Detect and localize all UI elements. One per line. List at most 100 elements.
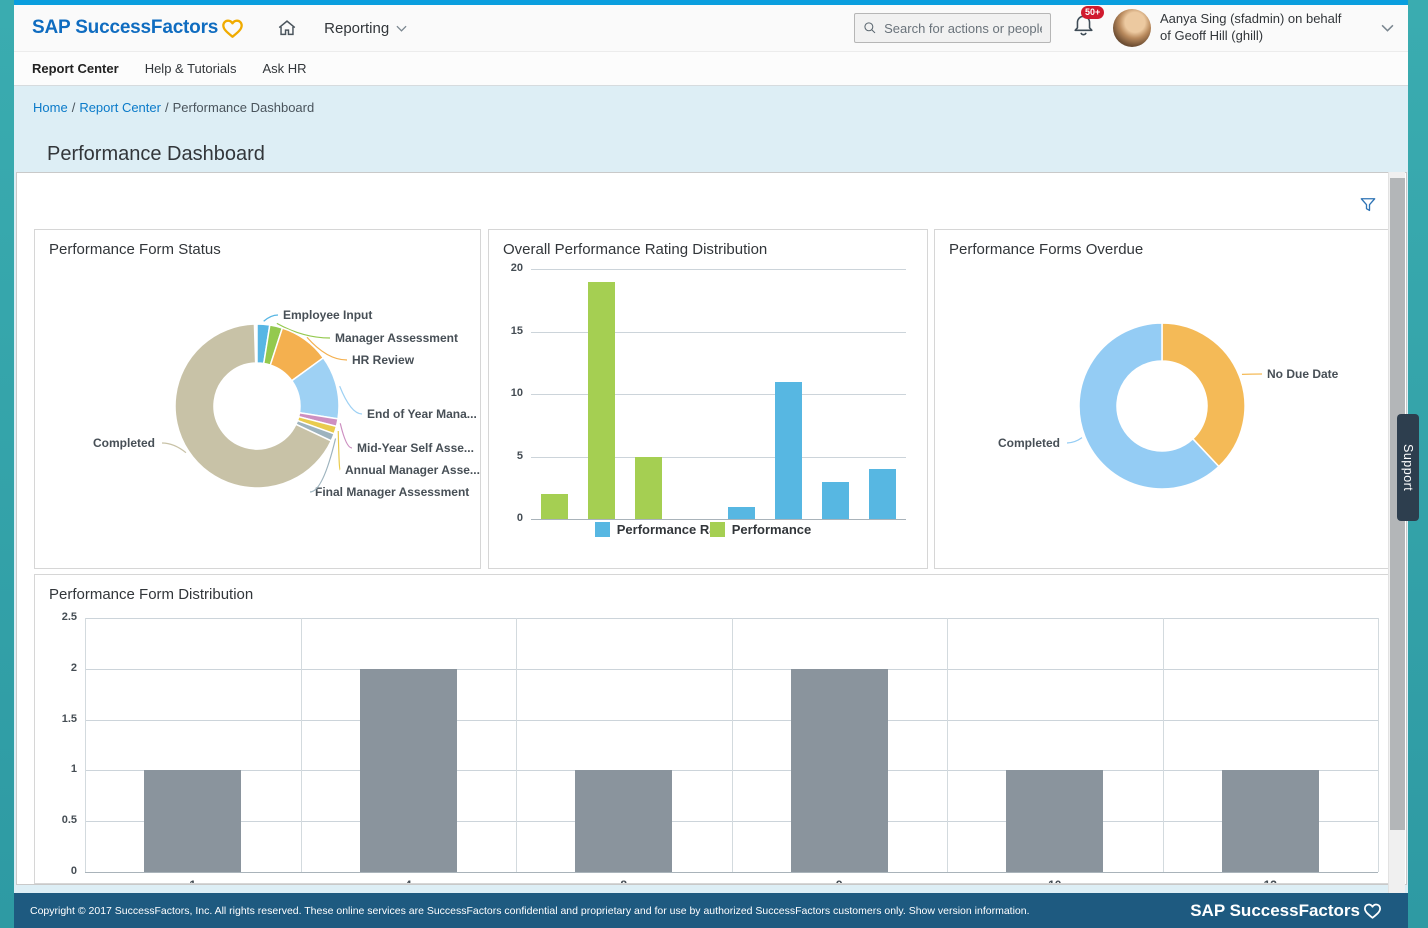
leader-line xyxy=(162,443,186,453)
bar[interactable] xyxy=(791,669,888,872)
bar[interactable] xyxy=(822,482,849,520)
chart-title: Overall Performance Rating Distribution xyxy=(503,241,767,258)
bar[interactable] xyxy=(728,507,755,520)
tab-ask-hr[interactable]: Ask HR xyxy=(262,61,306,76)
axis-tick-label: 13 xyxy=(1163,878,1379,884)
home-icon xyxy=(276,17,298,39)
bar[interactable] xyxy=(869,469,896,519)
axis-tick-label: 0.5 xyxy=(35,814,77,826)
axis-tick-label: 4 xyxy=(301,878,517,884)
user-name: Aanya Sing (sfadmin) on behalf of Geoff … xyxy=(1160,11,1375,45)
leader-line xyxy=(338,431,340,470)
global-header: SAP SuccessFactors Reporting 50+ Aanya xyxy=(14,5,1408,52)
footer-logo-text: SAP SuccessFactors xyxy=(1190,901,1360,921)
gridline xyxy=(732,618,733,872)
bar[interactable] xyxy=(635,457,662,520)
axis-tick-label: 1 xyxy=(35,763,77,775)
chevron-down-icon xyxy=(1381,24,1394,32)
search-icon xyxy=(863,20,877,36)
legend-label: Performance Ra... xyxy=(617,522,714,537)
axis-tick-label: 2.5 xyxy=(35,611,77,623)
bar[interactable] xyxy=(1006,770,1103,872)
axis-tick-label: 10 xyxy=(489,387,523,399)
breadcrumb-report-center-link[interactable]: Report Center xyxy=(79,100,161,115)
support-tab[interactable]: Support xyxy=(1397,414,1419,521)
notifications-button[interactable]: 50+ xyxy=(1071,13,1096,43)
tab-help-tutorials[interactable]: Help & Tutorials xyxy=(145,61,237,76)
search-box[interactable] xyxy=(854,13,1051,43)
sap-successfactors-logo: SAP SuccessFactors xyxy=(32,17,244,39)
chart-card-performance-form-status: Performance Form Status Employee InputMa… xyxy=(34,229,481,569)
gridline xyxy=(1163,618,1164,872)
leader-line xyxy=(264,315,278,321)
breadcrumb-separator: / xyxy=(72,100,76,115)
bar[interactable] xyxy=(575,770,672,872)
module-menu-label: Reporting xyxy=(324,20,389,37)
legend-item[interactable]: Performance xyxy=(710,522,821,537)
legend-swatch xyxy=(710,522,725,537)
bar[interactable] xyxy=(541,494,568,519)
chart-title: Performance Form Distribution xyxy=(49,586,253,603)
home-button[interactable] xyxy=(276,17,298,39)
gridline xyxy=(947,618,948,872)
legend-label: Performance xyxy=(732,522,811,537)
gridline xyxy=(1378,618,1379,872)
leader-line xyxy=(1067,438,1082,443)
logo-heart-icon xyxy=(221,18,244,39)
axis-tick-label: 1.5 xyxy=(35,713,77,725)
tab-report-center[interactable]: Report Center xyxy=(32,61,119,76)
show-version-link[interactable]: Show version information. xyxy=(909,905,1030,917)
legend-swatch xyxy=(595,522,610,537)
breadcrumb-home-link[interactable]: Home xyxy=(33,100,68,115)
axis-tick-label: 8 xyxy=(516,878,732,884)
breadcrumb-current: Performance Dashboard xyxy=(173,100,315,115)
footer-sap-successfactors-logo: SAP SuccessFactors xyxy=(1190,901,1382,921)
avatar[interactable] xyxy=(1113,9,1151,47)
vertical-scrollbar[interactable] xyxy=(1388,172,1405,893)
footer: Copyright © 2017 SuccessFactors, Inc. Al… xyxy=(14,893,1408,928)
filter-button[interactable] xyxy=(1358,195,1378,218)
bar[interactable] xyxy=(1222,770,1319,872)
axis-tick-label: 2 xyxy=(35,662,77,674)
legend-item[interactable]: Performance Ra... xyxy=(595,522,702,537)
page-title: Performance Dashboard xyxy=(47,143,265,166)
footer-heart-icon xyxy=(1363,902,1382,920)
gridline xyxy=(85,618,86,872)
chart-legend: Performance Ra... Performance xyxy=(489,522,927,537)
breadcrumb: Home/Report Center/Performance Dashboard xyxy=(33,100,314,115)
user-menu-chevron[interactable] xyxy=(1381,19,1394,37)
bar[interactable] xyxy=(588,282,615,520)
funnel-icon xyxy=(1358,195,1378,215)
bar[interactable] xyxy=(144,770,241,872)
chart-card-performance-forms-overdue: Performance Forms Overdue No Due DateCom… xyxy=(934,229,1389,569)
successfactors-link[interactable]: 2017 SuccessFactors, Inc. xyxy=(89,905,213,917)
axis-tick-label: 9 xyxy=(732,878,948,884)
form-status-donut-chart xyxy=(35,230,481,569)
copyright-text: Copyright © 2017 SuccessFactors, Inc. Al… xyxy=(30,905,1190,917)
forms-overdue-donut-chart xyxy=(935,230,1389,569)
chart-card-performance-form-distribution: Performance Form Distribution 0 0.5 1 1.5 2 2… xyxy=(34,574,1389,884)
logo-text: SAP SuccessFactors xyxy=(32,17,218,39)
axis-tick-label: 15 xyxy=(489,325,523,337)
gridline xyxy=(516,618,517,872)
axis-tick-label: 10 xyxy=(947,878,1163,884)
axis-tick-label: 1 xyxy=(85,878,301,884)
page-frame: SAP SuccessFactors Reporting 50+ Aanya xyxy=(0,0,1428,928)
gridline xyxy=(531,269,906,270)
bar[interactable] xyxy=(775,382,802,520)
module-menu-reporting[interactable]: Reporting xyxy=(324,20,407,37)
axis-tick-label: 5 xyxy=(489,450,523,462)
secondary-nav: Report Center Help & Tutorials Ask HR xyxy=(14,52,1408,86)
app-area: SAP SuccessFactors Reporting 50+ Aanya xyxy=(14,5,1408,928)
notification-count-badge: 50+ xyxy=(1081,6,1104,19)
leader-line xyxy=(340,386,362,414)
leader-line xyxy=(340,423,352,448)
gridline xyxy=(301,618,302,872)
copyright-prefix: Copyright © xyxy=(30,905,89,917)
axis-tick-label: 0 xyxy=(35,865,77,877)
bar[interactable] xyxy=(360,669,457,872)
search-input[interactable] xyxy=(884,21,1042,36)
breadcrumb-separator: / xyxy=(165,100,169,115)
donut-slice[interactable] xyxy=(1162,323,1245,467)
chevron-down-icon xyxy=(396,25,407,32)
